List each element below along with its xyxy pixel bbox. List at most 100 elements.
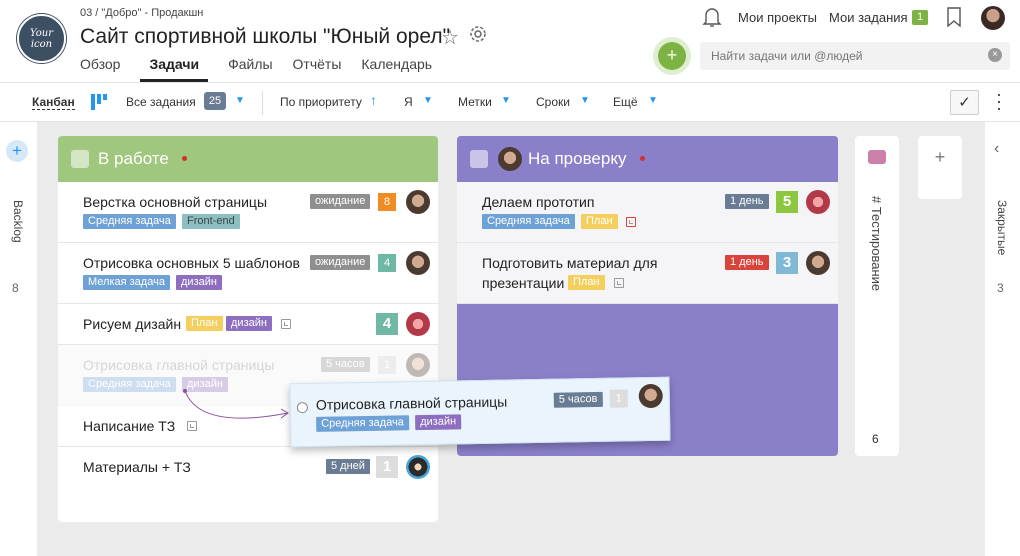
closed-label: Закрытые <box>995 200 1009 256</box>
backlog-panel[interactable]: + Backlog 8 <box>0 122 37 556</box>
assignee-avatar[interactable] <box>806 190 830 214</box>
status-badge: ожидание <box>310 194 371 209</box>
task-title: Отрисовка главной страницы <box>315 393 508 413</box>
my-projects-link[interactable]: Мои проекты <box>738 10 817 25</box>
dragged-task-card[interactable]: Отрисовка главной страницы Средняя задач… <box>289 376 671 448</box>
chevron-down-icon[interactable]: ▼ <box>501 95 511 106</box>
my-tasks-link[interactable]: Мои задания <box>829 10 908 25</box>
tab-tasks[interactable]: Задачи <box>140 55 209 82</box>
filter-tags[interactable]: Метки <box>458 95 492 109</box>
assignee-avatar[interactable] <box>406 190 430 214</box>
chevron-down-icon[interactable]: ▼ <box>423 95 433 106</box>
assignee-avatar <box>406 353 430 377</box>
priority-number: 1 <box>376 456 398 478</box>
backlog-label: Backlog <box>11 200 25 243</box>
assignee-avatar[interactable] <box>406 312 430 336</box>
search-input[interactable] <box>700 42 1010 70</box>
more-menu-icon[interactable]: · · · <box>993 85 1005 117</box>
calendar-icon[interactable] <box>281 319 291 329</box>
check-button[interactable]: ✓ <box>950 90 979 115</box>
column-header[interactable]: На проверку <box>457 136 838 182</box>
tag[interactable]: План <box>186 316 223 331</box>
kanban-icon[interactable] <box>91 94 107 110</box>
closed-panel[interactable]: ‹ Закрытые 3 <box>985 122 1020 556</box>
tab-files[interactable]: Файлы <box>228 55 272 82</box>
logo[interactable]: Your icon <box>17 14 66 63</box>
chevron-down-icon[interactable]: ▼ <box>235 95 245 106</box>
priority-number: 5 <box>776 191 798 213</box>
all-tasks-filter[interactable]: Все задания <box>126 95 196 109</box>
kanban-view-button[interactable]: Канбан <box>32 95 75 110</box>
header: Your icon 03 / "Добро" - Продакшн Сайт сп… <box>0 0 1020 82</box>
bookmark-icon[interactable] <box>947 7 961 32</box>
user-avatar[interactable] <box>981 6 1005 30</box>
assignee-avatar[interactable] <box>406 455 430 479</box>
calendar-icon[interactable] <box>614 278 624 288</box>
search-clear-icon[interactable]: × <box>988 48 1002 62</box>
column-color-square[interactable] <box>71 150 89 168</box>
star-icon[interactable]: ☆ <box>441 25 459 50</box>
add-task-button[interactable]: + <box>658 42 686 70</box>
task-title: Верстка основной страницы <box>83 194 268 210</box>
column-testing[interactable]: # Тестирование 6 <box>855 136 899 456</box>
task-card[interactable]: Верстка основной страницы Средняя задача… <box>58 182 438 243</box>
tab-reports[interactable]: Отчёты <box>293 55 342 82</box>
tag[interactable]: дизайн <box>415 414 462 431</box>
task-title-line2: презентации <box>482 275 565 291</box>
breadcrumb[interactable]: 03 / "Добро" - Продакшн <box>80 7 203 19</box>
tag[interactable]: Средняя задача <box>83 214 176 229</box>
chevron-left-icon[interactable]: ‹ <box>994 140 999 158</box>
task-card[interactable]: Делаем прототип Средняя задача План 1 де… <box>457 182 838 243</box>
bell-icon[interactable] <box>702 6 722 33</box>
tab-calendar[interactable]: Календарь <box>361 55 432 82</box>
task-title: Подготовить материал для <box>482 255 658 271</box>
tag[interactable]: Средняя задача <box>316 415 410 432</box>
status-dot <box>182 156 187 161</box>
filter-deadlines[interactable]: Сроки <box>536 95 570 109</box>
page-title: Сайт спортивной школы "Юный орел" <box>80 25 451 48</box>
tag[interactable]: План <box>568 275 605 290</box>
priority-number: 1 <box>609 389 628 408</box>
tag[interactable]: Средняя задача <box>482 214 575 229</box>
main-nav: Обзор Задачи Файлы Отчёты Календарь <box>80 55 452 82</box>
task-card[interactable]: Подготовить материал для презентации Пла… <box>457 243 838 304</box>
add-column-button[interactable]: + <box>6 140 28 162</box>
gear-icon[interactable] <box>468 24 488 49</box>
tag[interactable]: План <box>581 214 618 229</box>
add-column-button[interactable]: + <box>918 136 962 199</box>
tag[interactable]: дизайн <box>226 316 272 331</box>
column-title: В работе <box>98 149 169 168</box>
column-owner-avatar[interactable] <box>498 147 522 171</box>
tag[interactable]: дизайн <box>176 275 222 290</box>
sort-priority[interactable]: По приоритету <box>280 95 362 109</box>
column-color-square[interactable] <box>868 150 886 164</box>
task-card[interactable]: Отрисовка основных 5 шаблонов Мелкая зад… <box>58 243 438 304</box>
sort-arrow-icon[interactable]: ↑ <box>370 92 377 108</box>
priority-number: 3 <box>776 252 798 274</box>
assignee-avatar[interactable] <box>806 251 830 275</box>
assignee-avatar[interactable] <box>406 251 430 275</box>
status-dot <box>640 156 645 161</box>
backlog-count: 8 <box>12 281 19 295</box>
tab-overview[interactable]: Обзор <box>80 55 120 82</box>
chevron-down-icon[interactable]: ▼ <box>580 95 590 106</box>
my-tasks-badge: 1 <box>912 10 928 25</box>
tag[interactable]: Мелкая задача <box>83 275 170 290</box>
task-checkbox[interactable] <box>296 402 308 414</box>
status-badge: 5 часов <box>321 357 370 372</box>
calendar-icon[interactable] <box>626 217 636 227</box>
filter-me[interactable]: Я <box>404 95 413 109</box>
task-card[interactable]: Рисуем дизайн План дизайн 4 <box>58 304 438 345</box>
task-card[interactable]: Материалы + ТЗ 5 дней 1 <box>58 447 438 488</box>
filter-more[interactable]: Ещё <box>613 95 638 109</box>
column-header[interactable]: В работе <box>58 136 438 182</box>
chevron-down-icon[interactable]: ▼ <box>648 95 658 106</box>
assignee-avatar[interactable] <box>638 383 663 409</box>
toolbar: Канбан Все задания 25 ▼ По приоритету ↑ … <box>0 82 1020 122</box>
tag[interactable]: Front-end <box>182 214 240 229</box>
status-badge: 1 день <box>725 255 769 270</box>
task-title: Рисуем дизайн <box>83 316 182 332</box>
column-title: # Тестирование <box>869 196 884 292</box>
column-color-square[interactable] <box>470 150 488 168</box>
drag-arrow-icon <box>183 389 289 419</box>
